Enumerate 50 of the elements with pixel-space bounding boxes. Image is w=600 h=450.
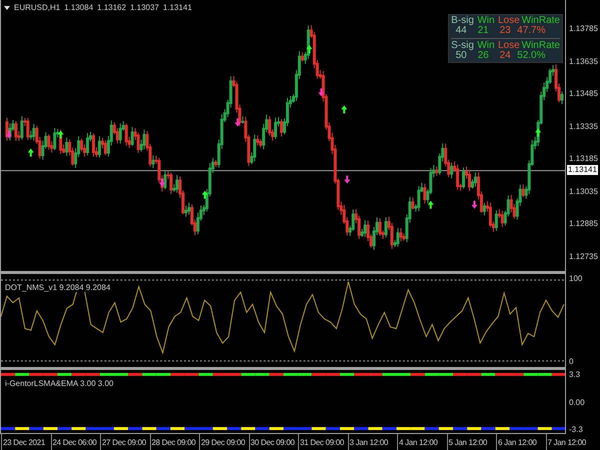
- scale-label: 0.00: [569, 398, 586, 406]
- price-label: 1.13185: [569, 154, 599, 164]
- stats-text: Win: [476, 16, 496, 26]
- time-label: 28 Dec 09:00: [150, 434, 199, 450]
- stats-text: 50: [456, 51, 467, 61]
- stats-text: Lose: [498, 16, 520, 26]
- time-label: 24 Dec 06:00: [50, 434, 100, 450]
- stats-text: Win: [476, 41, 496, 51]
- time-label: 29 Dec 09:00: [199, 434, 248, 450]
- indicator-title: i-GentorLSMA&EMA 3.00 3.00: [4, 379, 114, 388]
- dropdown-icon[interactable]: [4, 6, 10, 10]
- time-label: 3 Jan 12:00: [348, 434, 397, 450]
- stats-text: 52.0%: [517, 51, 546, 61]
- time-label: 7 Jan 12:00: [546, 434, 595, 450]
- price-label: 1.13335: [569, 122, 599, 132]
- time-label: 5 Jan 12:00: [446, 434, 496, 450]
- time-label: 30 Dec 09:00: [248, 434, 298, 450]
- price-quote: 1.13141: [163, 3, 192, 12]
- current-price-label: 1.13141: [567, 165, 598, 175]
- stats-text: 26: [476, 51, 490, 61]
- stats-text: B-sig: [451, 16, 474, 26]
- stats-text: 23: [498, 26, 512, 36]
- stats-text: WinRate: [522, 41, 560, 51]
- stats-text: 44: [456, 26, 467, 36]
- time-label: 31 Dec 09:00: [298, 434, 348, 450]
- indicator-title: DOT_NMS_v1 9.2084 9.2084: [4, 283, 112, 292]
- price-label: 1.12885: [569, 219, 599, 229]
- symbol-label: EURUSD,H1: [14, 3, 60, 12]
- time-label: 6 Jan 12:00: [496, 434, 546, 450]
- stats-text: WinRate: [522, 16, 560, 26]
- time-label: 23 Dec 2021: [1, 434, 50, 450]
- price-label: 1.13485: [569, 89, 599, 99]
- time-label: 27 Dec 09:00: [100, 434, 150, 450]
- stats-text: Lose: [498, 41, 520, 51]
- price-label: 1.13035: [569, 186, 599, 196]
- stats-text: 47.7%: [517, 26, 546, 36]
- price-quote: 1.13162: [97, 3, 126, 12]
- price-label: 1.12735: [569, 252, 599, 262]
- stats-text: 21: [476, 26, 490, 36]
- scale-label: -3.3: [569, 425, 584, 434]
- scale-label: 100: [569, 274, 583, 283]
- stats-text: S-sig: [451, 41, 474, 51]
- price-label: 1.13785: [569, 24, 599, 34]
- time-label: 4 Jan 12:00: [397, 434, 446, 450]
- scale-label: 0: [569, 357, 574, 366]
- stats-text: 24: [498, 51, 512, 61]
- price-label: 1.13635: [569, 56, 599, 66]
- price-quote: 1.13084: [64, 3, 94, 12]
- price-quote: 1.13037: [130, 3, 159, 12]
- scale-label: 3.3: [569, 370, 582, 379]
